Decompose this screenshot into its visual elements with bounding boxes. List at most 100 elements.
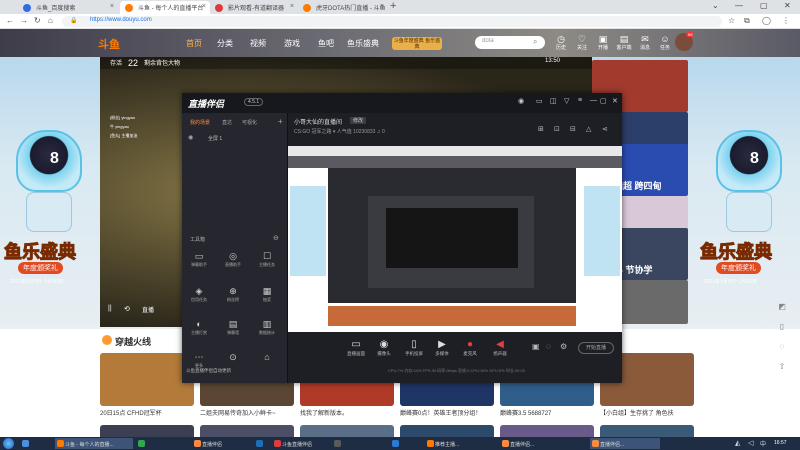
close-icon[interactable]: × [202,3,206,10]
gear-icon[interactable]: ⚙ [560,342,567,351]
pause-button[interactable]: || [108,305,112,312]
tool-more[interactable]: ⋯ 更多 [184,351,214,369]
taskbar-item[interactable] [390,438,404,449]
taskbar-item[interactable] [20,438,34,449]
tray-network-icon[interactable]: ◭ [735,439,740,447]
extension-icon[interactable]: ⧉ [744,16,750,26]
app-msg-icon[interactable]: ▭ [536,97,543,105]
taskbar-item[interactable]: 推荐主播... [425,438,495,449]
room-notify-icon[interactable]: △ [586,125,591,133]
browser-tab-active[interactable]: 斗鱼 - 每个人的直播平台 × [120,1,210,14]
app-skin-icon[interactable]: ◫ [550,97,557,105]
browser-tab[interactable]: 虎牙DOTA热门直播 - 斗鱼 × [298,1,388,14]
app-update-notice[interactable]: 斗鱼直播伴侣自动更新 [186,368,231,374]
video-card-next-row[interactable] [200,425,294,437]
taskbar-item[interactable] [332,438,346,449]
room-lock-icon[interactable]: ⊡ [554,125,560,133]
scene-item[interactable]: 全屏 1 [208,135,222,142]
taskbar-item[interactable]: 斗鱼直播伴侣 [272,438,328,449]
taskbar-item[interactable] [136,438,150,449]
tool-reward[interactable]: ◐ 主播打赏 [184,318,214,336]
star-icon[interactable]: ☆ [728,16,735,25]
tool-credit[interactable]: ◈ 信用任务 [184,285,214,303]
live-preview[interactable] [288,146,622,332]
control-screen[interactable]: ▭ 直播画面 [344,339,368,357]
room-edit-button[interactable]: 修改 [350,117,367,124]
nav-festival[interactable]: 鱼乐盛典 [347,38,379,49]
header-history[interactable]: ◷ 历史 [550,35,572,52]
video-card-next-row[interactable] [100,425,194,437]
back-icon[interactable]: ← [6,16,14,25]
video-card-next-row[interactable] [300,425,394,437]
tool-lottery[interactable]: ▦ 抽奖 [252,285,282,303]
tool-danmaku[interactable]: ▭ 弹幕助手 [184,250,214,268]
toolbox-collapse-icon[interactable]: ⊖ [273,234,279,242]
tool-live-helper[interactable]: ◎ 直播助手 [218,250,248,268]
menu-icon[interactable]: ⋮ [782,16,790,25]
minimize-icon[interactable]: — [735,1,743,10]
effect-icon[interactable]: ◌ [546,342,551,351]
video-card[interactable] [100,353,194,406]
taskbar-item[interactable]: 直播伴侣 [192,438,250,449]
side-top-icon[interactable]: ⇧ [776,362,788,374]
close-icon[interactable]: × [380,3,384,10]
side-chat-icon[interactable]: ◌ [776,342,788,354]
nav-yuba[interactable]: 鱼吧 [318,38,334,49]
card-caption[interactable]: 20日15点 CFHD冠军杯 [100,408,196,417]
close-icon[interactable]: × [110,3,114,10]
card-caption[interactable]: 巅峰赛0点！英雄王者顶分组！ [400,408,496,417]
header-broadcast[interactable]: ▣ 开播 [592,35,614,52]
room-share-icon[interactable]: ⋖ [602,125,608,133]
tab-my-scenes[interactable]: 我的场景 [190,119,210,126]
browser-tab[interactable]: 影片观看-有道翻译器 × [210,1,298,14]
tool-fans[interactable]: ⊕ 粉丝榜 [218,285,248,303]
taskbar-item[interactable]: 直播伴侣... [500,438,570,449]
profile-icon[interactable]: ⌄ [712,1,719,10]
account-icon[interactable]: ◯ [762,16,771,25]
control-camera[interactable]: ◉ 摄像头 [372,339,396,357]
eye-icon[interactable]: ◉ [188,134,193,141]
start-button[interactable] [3,438,14,449]
app-user-icon[interactable]: ◉ [518,97,524,105]
tool-host-task[interactable]: ☐ 主播任务 [252,250,282,268]
new-tab-button[interactable]: + [390,0,396,12]
nav-video[interactable]: 视频 [250,38,266,49]
card-caption[interactable]: 二姐夫网易传奇加入小鲜卡~ [200,408,296,417]
add-scene-icon[interactable]: + [278,117,283,126]
control-media[interactable]: ▶ 多媒体 [430,339,454,357]
tool-stats[interactable]: ▥ 数据统计 [252,318,282,336]
tool-home[interactable]: ⌂ [252,351,282,363]
card-caption[interactable]: 【小白组】生存挑了 角色扶 [600,408,696,417]
app-menu-icon[interactable]: ≡ [578,97,582,104]
tab-direct[interactable]: 直达 [222,119,232,126]
card-caption[interactable]: 找我了解新版本。 [300,408,396,417]
site-logo[interactable]: 斗鱼 [98,36,120,52]
app-minimize-icon[interactable]: — [590,97,597,104]
tray-ime-icon[interactable]: 中 [760,439,766,448]
app-close-icon[interactable]: ✕ [612,97,618,105]
record-icon[interactable]: ▣ [532,342,540,351]
app-maximize-icon[interactable]: ▢ [600,97,607,105]
header-task[interactable]: ☺ 任务 [654,35,676,52]
promo-badge[interactable]: 斗鱼年度盛典 鱼乐盛典 [392,37,442,50]
header-message[interactable]: ✉ 消息 [634,35,656,52]
room-settings-icon[interactable]: ⊞ [538,125,544,133]
taskbar-item[interactable] [254,438,268,449]
control-mic[interactable]: ● 麦克风 [458,339,482,357]
control-phone[interactable]: ▯ 手机投屏 [402,339,426,357]
taskbar-item[interactable]: 直播伴侣... [590,438,660,449]
nav-home[interactable]: 首页 [186,38,202,49]
home-icon[interactable]: ⌂ [48,16,53,25]
search-icon[interactable]: ⌕ [533,37,537,47]
video-card-next-row[interactable] [500,425,594,437]
start-live-button[interactable]: 开始直播 [578,342,614,354]
browser-tab[interactable]: 斗鱼_百度搜索 × [18,1,118,14]
card-caption[interactable]: 巅峰赛3.5 5688727 [500,408,596,417]
close-window-icon[interactable]: ✕ [784,1,791,10]
tool-settings[interactable]: ⊙ [218,351,248,363]
side-app-icon[interactable]: ▯ [776,322,788,334]
side-feedback-icon[interactable]: ◩ [776,302,788,314]
url-input[interactable]: 🔒 https://www.douyu.com [62,16,722,27]
refresh-icon[interactable]: ⟲ [124,305,130,313]
taskbar-item[interactable]: 斗鱼 - 每个人的直播... [55,438,133,449]
